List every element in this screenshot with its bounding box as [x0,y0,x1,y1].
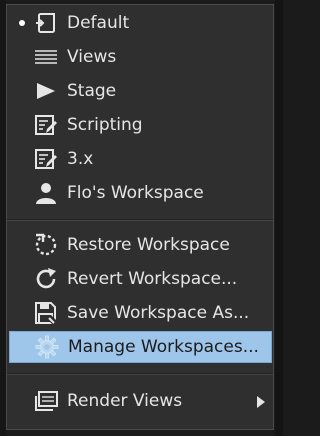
menu-item-label: Stage [67,81,117,101]
workspace-menu: Default Views Stage Scripting 3.x Flo's … [6,4,274,430]
menu-item-label: Views [67,47,117,67]
restore-workspace-icon [34,11,58,35]
menu-separator [7,373,273,375]
background-right-edge [275,0,283,436]
menu-item-label: Flo's Workspace [67,183,204,203]
user-icon [34,181,58,205]
menu-item-flos-workspace[interactable]: Flo's Workspace [7,177,273,209]
menu-item-label: Default [67,13,130,33]
list-lines-icon [34,45,58,69]
menu-item-label: Manage Workspaces... [68,337,259,357]
render-views-icon [34,389,58,413]
play-triangle-icon [34,79,58,103]
menu-item-save-workspace-as[interactable]: Save Workspace As... [7,297,273,329]
menu-item-default[interactable]: Default [7,7,273,39]
restore-icon [34,233,58,257]
menu-item-label: Render Views [67,391,183,411]
submenu-arrow-icon [257,396,265,408]
menu-item-label: Save Workspace As... [67,303,250,323]
menu-item-restore-workspace[interactable]: Restore Workspace [7,229,273,261]
script-edit-icon [34,147,58,171]
save-as-icon [34,301,58,325]
menu-item-render-views[interactable]: Render Views [7,385,273,417]
menu-item-revert-workspace[interactable]: Revert Workspace... [7,263,273,295]
script-edit-icon [34,113,58,137]
menu-item-label: Revert Workspace... [67,269,238,289]
menu-item-stage[interactable]: Stage [7,75,273,107]
menu-item-label: 3.x [67,149,94,169]
gear-icon [35,335,59,359]
menu-item-label: Scripting [67,115,143,135]
menu-item-3x[interactable]: 3.x [7,143,273,175]
menu-separator [7,219,273,221]
menu-item-manage-workspaces[interactable]: Manage Workspaces... [9,331,272,363]
checked-bullet-icon [19,20,25,26]
revert-icon [34,267,58,291]
menu-item-scripting[interactable]: Scripting [7,109,273,141]
menu-item-views[interactable]: Views [7,41,273,73]
menu-item-label: Restore Workspace [67,235,230,255]
